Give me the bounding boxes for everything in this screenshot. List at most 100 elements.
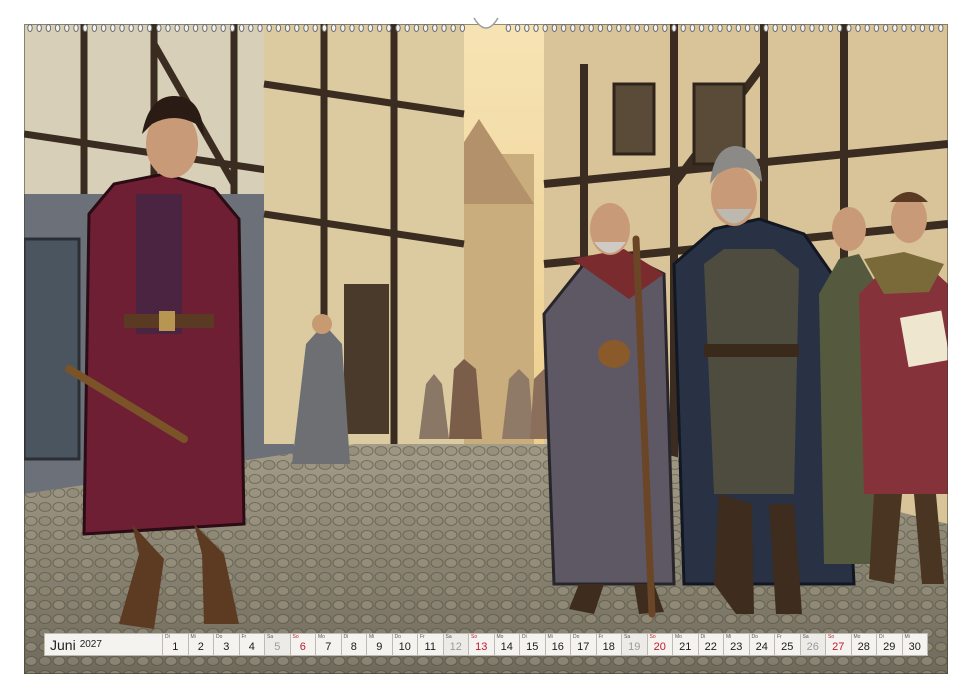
binding-loop: [524, 24, 530, 32]
weekday-label: Fr: [241, 634, 247, 640]
binding-loop: [726, 24, 732, 32]
binding-loop: [514, 24, 521, 32]
left-door: [24, 237, 81, 461]
day-cell: Di 15: [520, 633, 546, 656]
day-cell: Di 1: [163, 633, 189, 656]
month-year: 2027: [79, 639, 102, 650]
binding-loop: [450, 24, 456, 32]
binding-loop: [551, 24, 558, 32]
binding-loop: [146, 24, 153, 32]
day-number: 4: [248, 641, 255, 653]
binding-loop: [625, 24, 631, 32]
day-cell: Mi 16: [545, 633, 571, 656]
binding-loop: [606, 24, 613, 32]
binding-loop: [689, 24, 696, 32]
weekday-label: Di: [879, 634, 884, 640]
binding-loop: [910, 24, 916, 32]
day-number: 1: [172, 641, 179, 653]
binding-loop: [45, 24, 52, 32]
day-number: 25: [781, 641, 794, 653]
day-cell: Do 17: [571, 633, 597, 656]
day-cell: So 13: [469, 633, 495, 656]
day-number: 19: [628, 641, 641, 653]
binding-loop: [386, 24, 392, 32]
hanger-hook: [472, 16, 500, 34]
day-cell: Mi 9: [367, 633, 393, 656]
binding-loop: [100, 24, 107, 32]
weekday-label: Fr: [420, 634, 425, 640]
binding-loop: [432, 24, 438, 32]
day-number: 18: [602, 641, 615, 653]
month-label: Juni 2027: [44, 633, 163, 656]
binding-loop: [864, 24, 870, 32]
binding-loop: [54, 24, 61, 32]
binding-loop: [367, 24, 374, 32]
binding-loop: [735, 24, 742, 32]
day-cell: Sa 26: [800, 633, 826, 656]
weekday-label: So: [471, 634, 478, 640]
binding-loop: [266, 24, 272, 32]
right-window: [612, 82, 656, 156]
day-cell: Do 3: [214, 633, 240, 656]
weekday-label: Do: [216, 634, 223, 640]
binding-loop: [284, 24, 291, 32]
day-number: 14: [500, 641, 513, 653]
binding-loop: [836, 24, 843, 32]
binding-loop: [772, 24, 778, 32]
day-cells: Di 1 Mi 2 Do 3 Fr 4 Sa 5 So 6 Mo 7 Di 8 Mi 9 Do 10 Fr 11 Sa 12 S…: [163, 633, 928, 656]
day-number: 12: [449, 641, 462, 653]
month-name: Juni: [50, 636, 76, 653]
day-number: 24: [755, 641, 768, 653]
binding-loop: [781, 24, 788, 32]
day-number: 8: [350, 641, 357, 653]
binding-loop: [321, 24, 328, 32]
day-cell: Fr 4: [239, 633, 265, 656]
weekday-label: Sa: [802, 634, 809, 640]
weekday-label: Do: [751, 634, 758, 640]
middle-door: [344, 284, 389, 434]
day-number: 13: [475, 641, 488, 653]
day-number: 9: [376, 641, 383, 653]
day-number: 22: [704, 641, 717, 653]
day-number: 5: [274, 641, 281, 653]
binding-loop: [248, 24, 254, 32]
day-cell: Mo 28: [851, 633, 877, 656]
day-number: 2: [197, 641, 204, 653]
binding-loop: [36, 24, 42, 32]
day-cell: Fr 25: [775, 633, 801, 656]
weekday-label: So: [649, 634, 656, 640]
binding-loop: [744, 24, 751, 32]
weekday-label: So: [828, 634, 835, 640]
binding-loop: [827, 24, 834, 32]
binding-loop: [533, 24, 539, 32]
day-number: 10: [398, 641, 411, 653]
binding-loop: [192, 24, 199, 32]
binding-loop: [616, 24, 622, 32]
binding-loop: [413, 24, 420, 32]
binding-loop: [542, 24, 548, 32]
weekday-label: Mi: [190, 634, 196, 640]
binding-loop: [698, 24, 705, 32]
binding-loop: [404, 24, 410, 32]
binding-loop: [763, 24, 769, 32]
binding-loop: [64, 24, 70, 32]
day-number: 20: [653, 641, 666, 653]
weekday-label: Do: [573, 634, 580, 640]
binding-loop: [855, 24, 861, 32]
binding-loop: [312, 24, 318, 32]
day-number: 6: [299, 641, 306, 653]
binding-loop: [560, 24, 567, 32]
day-number: 30: [908, 641, 921, 653]
binding-loop: [349, 24, 355, 32]
binding-loop: [680, 24, 686, 32]
binding-loop: [156, 24, 162, 32]
day-number: 23: [730, 641, 743, 653]
binding-loop: [82, 24, 88, 32]
binding-loop: [708, 24, 714, 32]
binding-loop: [588, 24, 594, 32]
weekday-label: Di: [343, 634, 349, 640]
day-number: 21: [679, 641, 692, 653]
binding-loop: [809, 24, 815, 32]
medieval-street-illustration: [24, 24, 948, 674]
binding-loop: [340, 24, 346, 32]
